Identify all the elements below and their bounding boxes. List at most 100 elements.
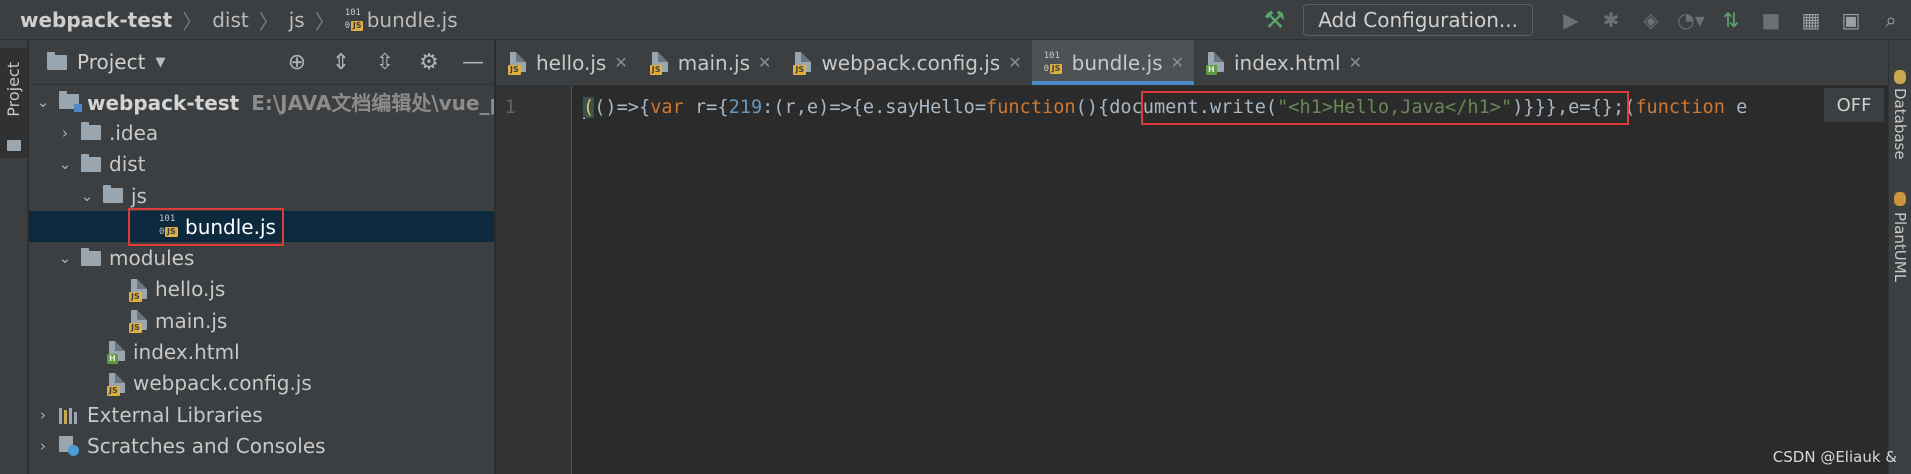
profile-icon[interactable]: ◔▾ (1671, 0, 1711, 40)
off-badge[interactable]: OFF (1824, 88, 1884, 122)
chevron-down-icon[interactable]: ⌄ (35, 93, 51, 111)
breadcrumb-separator: 〉 (314, 9, 335, 34)
tree-item-idea[interactable]: › .idea (29, 117, 494, 148)
folder-icon (81, 153, 101, 172)
terminal-icon[interactable]: ▣ (1831, 0, 1871, 40)
locate-crosshair-icon[interactable]: ⊕ (275, 50, 319, 75)
chevron-down-icon[interactable]: ⌄ (79, 187, 95, 205)
breadcrumb-separator: 〉 (258, 9, 279, 34)
tree-item-main-js[interactable]: JS main.js (29, 305, 494, 336)
js-binary-file-icon: 101 0 JS (1043, 50, 1063, 74)
breadcrumb-file[interactable]: 101 0 JS bundle.js (345, 8, 458, 32)
search-icon[interactable]: ⌕ (1871, 0, 1911, 40)
run-icon[interactable]: ▶ (1551, 0, 1591, 40)
add-configuration-button[interactable]: Add Configuration... (1303, 4, 1533, 36)
tab-label: main.js (677, 50, 751, 75)
database-tool-tab[interactable]: Database (1891, 88, 1909, 160)
tree-item-label: modules (109, 246, 195, 271)
tree-item-dist[interactable]: ⌄ dist (29, 149, 494, 180)
html-file-icon: H (1205, 51, 1228, 75)
build-hammer-icon[interactable]: ⚒ (1264, 6, 1286, 34)
tree-item-label: dist (109, 152, 146, 177)
chevron-right-icon[interactable]: › (35, 406, 51, 424)
tree-item-modules[interactable]: ⌄ modules (29, 242, 494, 273)
html-file-icon: H (107, 340, 129, 365)
tab-label: webpack.config.js (821, 50, 1001, 75)
navigation-bar: webpack-test 〉 dist 〉 js 〉 101 0 JS bund… (0, 0, 1911, 40)
highlight-box (1141, 91, 1629, 125)
project-panel-actions: ⊕ ⇕ ⇳ ⚙ — (275, 40, 494, 85)
scratches-icon (59, 435, 79, 456)
editor-gutter[interactable]: 1 (496, 86, 572, 474)
tab-label: index.html (1233, 50, 1341, 75)
editor-tabs: JS hello.js ✕ JS main.js ✕ JS webpack.co… (496, 40, 1888, 86)
breadcrumb-dist[interactable]: dist (212, 8, 249, 32)
plantuml-tool-tab[interactable]: PlantUML (1891, 212, 1909, 282)
run-toolbar: ⚒ Add Configuration... ▶ ✱ ◈ ◔▾ ⇅ ■ ▦ ▣ … (1264, 0, 1911, 40)
chevron-down-icon[interactable]: ⌄ (57, 155, 73, 173)
expand-all-icon[interactable]: ⇕ (319, 50, 363, 75)
project-tool-tab-label: Project (4, 62, 23, 117)
js-file-icon: JS (793, 51, 815, 75)
tree-item-label: js (131, 183, 147, 208)
close-icon[interactable]: ✕ (1008, 53, 1021, 72)
tree-item-webpack-test[interactable]: ⌄ webpack-test E:\JAVA文档编辑处\vue_pro (29, 86, 494, 117)
project-path: E:\JAVA文档编辑处\vue_pro (251, 91, 494, 116)
gear-icon[interactable]: ⚙ (407, 50, 451, 75)
tab-label: bundle.js (1071, 50, 1163, 75)
tree-item-scratches[interactable]: › Scratches and Consoles (29, 430, 494, 461)
tab-label: hello.js (536, 50, 607, 75)
left-tool-strip: Project (0, 40, 28, 474)
breadcrumb: webpack-test 〉 dist 〉 js 〉 101 0 JS bund… (20, 0, 458, 40)
library-icon (59, 406, 81, 424)
stop-icon[interactable]: ■ (1751, 0, 1791, 40)
folder-icon (7, 140, 21, 151)
project-structure-icon[interactable]: ▦ (1791, 0, 1831, 40)
close-icon[interactable]: ✕ (1349, 53, 1362, 72)
database-icon (1894, 70, 1906, 84)
coverage-icon[interactable]: ◈ (1631, 0, 1671, 40)
close-icon[interactable]: ✕ (1171, 53, 1184, 72)
collapse-all-icon[interactable]: ⇳ (363, 50, 407, 75)
tab-hello-js[interactable]: JS hello.js ✕ (496, 40, 638, 85)
tree-item-label: webpack-test (87, 91, 240, 116)
folder-icon (103, 185, 123, 204)
tree-item-label: main.js (155, 308, 228, 333)
breadcrumb-project[interactable]: webpack-test (20, 8, 172, 32)
tree-item-label: index.html (133, 340, 240, 365)
project-tool-tab[interactable]: Project (0, 48, 28, 158)
tree-item-label: .idea (109, 120, 159, 145)
tab-index-html[interactable]: H index.html ✕ (1194, 40, 1372, 85)
js-file-icon: JS (107, 372, 129, 396)
project-view-selector[interactable]: Project ▼ (47, 50, 165, 74)
chevron-right-icon[interactable]: › (57, 124, 73, 142)
tree-item-index-html[interactable]: H index.html (29, 336, 494, 367)
line-number: 1 (504, 96, 516, 118)
tab-bundle-js[interactable]: 101 0 JS bundle.js ✕ (1031, 40, 1195, 85)
tree-item-webpack-config-js[interactable]: JS webpack.config.js (29, 368, 494, 399)
tab-main-js[interactable]: JS main.js ✕ (638, 40, 782, 85)
tree-item-js[interactable]: ⌄ js (29, 180, 494, 211)
tab-webpack-config-js[interactable]: JS webpack.config.js ✕ (781, 40, 1031, 85)
chevron-down-icon[interactable]: ⌄ (57, 249, 73, 267)
breadcrumb-separator: 〉 (182, 9, 203, 34)
highlight-box (128, 208, 284, 246)
tree-item-hello-js[interactable]: JS hello.js (29, 274, 494, 305)
close-icon[interactable]: ✕ (758, 53, 771, 72)
js-file-icon: JS (508, 51, 530, 75)
attach-debugger-icon[interactable]: ⇅ (1711, 0, 1751, 40)
code-editor[interactable]: (()=>{var r={219:(r,e)=>{e.sayHello=func… (573, 86, 1888, 474)
breadcrumb-js[interactable]: js (289, 8, 305, 32)
hide-minus-icon[interactable]: — (451, 50, 494, 75)
module-folder-icon (59, 91, 82, 113)
chevron-right-icon[interactable]: › (35, 437, 51, 455)
project-panel-header: Project ▼ ⊕ ⇕ ⇳ ⚙ — (29, 40, 494, 85)
tree-item-external-libraries[interactable]: › External Libraries (29, 399, 494, 430)
debug-icon[interactable]: ✱ (1591, 0, 1631, 40)
js-file-icon: JS (649, 51, 672, 75)
tree-item-label: Scratches and Consoles (87, 433, 326, 458)
project-tree: ⌄ webpack-test E:\JAVA文档编辑处\vue_pro › .id… (29, 86, 494, 462)
js-file-icon: JS (129, 278, 151, 302)
folder-icon (47, 51, 67, 70)
close-icon[interactable]: ✕ (614, 53, 627, 72)
